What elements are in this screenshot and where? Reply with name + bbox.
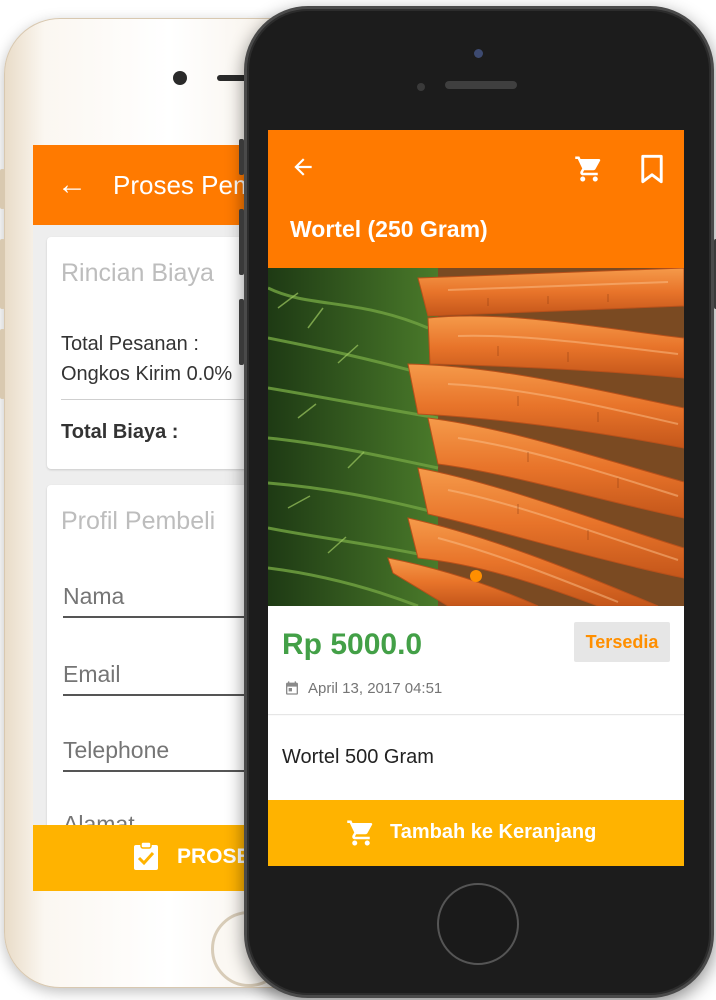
volume-down-button: [0, 329, 5, 399]
product-image: [268, 268, 684, 606]
add-to-cart-button[interactable]: Tambah ke Keranjang: [268, 800, 684, 866]
product-description: Wortel 500 Gram: [268, 716, 684, 800]
shipping-label: Ongkos Kirim 0.0%: [61, 363, 233, 385]
product-price: Rp 5000.0: [282, 628, 423, 661]
home-button: [437, 883, 519, 965]
proximity-sensor: [417, 83, 425, 91]
cart-icon: [347, 820, 373, 846]
status-badge: Tersedia: [574, 622, 670, 662]
carrots-photo: [268, 268, 684, 606]
back-arrow-icon[interactable]: [290, 154, 316, 180]
description-text: Wortel 500 Gram: [282, 746, 434, 768]
checkout-screen: ← Proses Pembelian Rincian Biaya Total P…: [33, 145, 273, 891]
name-field[interactable]: Nama: [63, 583, 273, 618]
volume-up-button: [0, 239, 5, 309]
volume-up-button: [239, 209, 244, 275]
field-underline: [63, 694, 273, 696]
buyer-profile-card: Profil Pembeli Nama Email Telephone Alam…: [47, 485, 273, 865]
telephone-placeholder: Telephone: [63, 737, 170, 763]
name-placeholder: Nama: [63, 583, 125, 609]
bookmark-icon[interactable]: [640, 154, 664, 184]
total-order-label: Total Pesanan :: [61, 333, 199, 355]
total-cost-label: Total Biaya :: [61, 421, 179, 443]
earpiece-speaker: [445, 81, 517, 89]
product-info-panel: Rp 5000.0 Tersedia April 13, 2017 04:51: [268, 606, 684, 715]
product-app-bar: Wortel (250 Gram): [268, 130, 684, 268]
checkout-app-bar: ← Proses Pembelian: [33, 145, 273, 225]
field-underline: [63, 770, 273, 772]
process-button[interactable]: PROSES: [33, 825, 273, 891]
field-underline: [63, 616, 273, 618]
email-placeholder: Email: [63, 661, 121, 687]
mute-switch: [239, 139, 244, 175]
divider: [61, 399, 273, 400]
mute-switch: [0, 169, 5, 209]
carousel-indicator-dot[interactable]: [470, 570, 482, 582]
product-detail-screen: Wortel (250 Gram) Rp 5000.0 Tersedia Apr…: [268, 130, 684, 866]
telephone-field[interactable]: Telephone: [63, 737, 273, 772]
product-title: Wortel (250 Gram): [290, 216, 488, 242]
front-camera: [474, 49, 483, 58]
posted-date: April 13, 2017 04:51: [308, 680, 443, 697]
email-field[interactable]: Email: [63, 661, 273, 696]
back-arrow-icon[interactable]: ←: [57, 167, 87, 203]
buyer-profile-heading: Profil Pembeli: [61, 507, 216, 535]
cost-details-heading: Rincian Biaya: [61, 259, 214, 287]
volume-down-button: [239, 299, 244, 365]
add-to-cart-label: Tambah ke Keranjang: [390, 821, 597, 843]
clipboard-check-icon: [134, 841, 158, 870]
calendar-icon: [286, 681, 298, 695]
cart-icon[interactable]: [574, 154, 604, 184]
front-camera: [173, 71, 187, 85]
